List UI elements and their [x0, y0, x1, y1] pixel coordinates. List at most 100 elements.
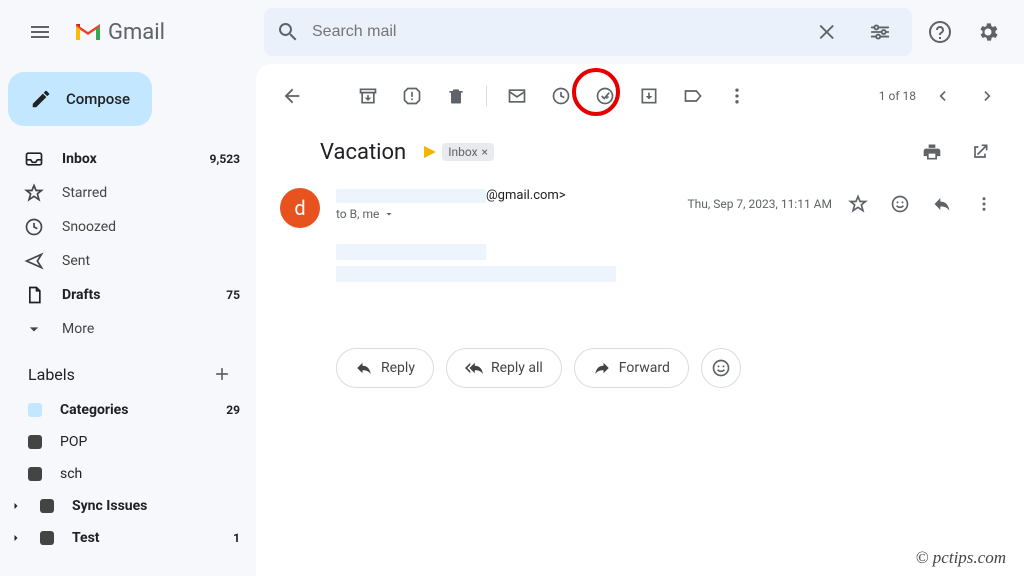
label-text: Test — [72, 530, 215, 546]
important-marker-icon[interactable] — [424, 146, 436, 158]
gmail-icon — [74, 21, 102, 43]
snooze-button[interactable] — [541, 76, 581, 116]
label-item-sync-issues[interactable]: Sync Issues — [8, 490, 256, 522]
reply-button[interactable]: Reply — [336, 348, 434, 388]
pencil-icon — [30, 88, 52, 110]
search-options-button[interactable] — [860, 12, 900, 52]
close-icon — [817, 21, 839, 43]
reply-all-icon — [465, 359, 483, 377]
chevron-right-icon — [978, 86, 998, 106]
clock-icon — [551, 86, 571, 106]
email-date: Thu, Sep 7, 2023, 11:11 AM — [688, 197, 833, 211]
mail-unread-icon — [507, 86, 527, 106]
label-text: Categories — [60, 402, 208, 418]
archive-button[interactable] — [348, 76, 388, 116]
sidebar-item-starred[interactable]: Starred — [8, 176, 256, 210]
label-text: POP — [60, 434, 222, 450]
trash-icon — [446, 86, 466, 106]
message-pane: 1 of 18 Vacation Inbox × d — [256, 64, 1024, 576]
clock-icon — [24, 217, 44, 237]
add-to-tasks-button[interactable] — [585, 76, 625, 116]
message-toolbar: 1 of 18 — [264, 72, 1016, 120]
email-body — [264, 228, 1016, 282]
react-button[interactable] — [884, 188, 916, 220]
pagination-label: 1 of 18 — [879, 89, 916, 103]
menu-icon — [28, 20, 52, 44]
next-message-button[interactable] — [968, 76, 1008, 116]
emoji-reaction-button[interactable] — [701, 348, 741, 388]
back-button[interactable] — [272, 76, 312, 116]
label-text: sch — [60, 466, 222, 482]
sender-email: @gmail.com> — [336, 188, 672, 203]
more-vert-icon — [975, 195, 993, 213]
nav-count: 9,523 — [210, 152, 241, 166]
email-subject: Vacation — [320, 140, 406, 165]
sidebar-item-sent[interactable]: Sent — [8, 244, 256, 278]
reply-icon — [355, 359, 373, 377]
recipients-dropdown[interactable]: to B, me — [336, 207, 672, 221]
label-chip-inbox[interactable]: Inbox × — [442, 143, 494, 161]
app-name: Gmail — [108, 20, 165, 45]
header: Gmail — [0, 0, 1024, 64]
reply-icon-button[interactable] — [926, 188, 958, 220]
message-more-button[interactable] — [968, 188, 1000, 220]
send-icon — [24, 251, 44, 271]
compose-button[interactable]: Compose — [8, 72, 152, 126]
support-button[interactable] — [920, 12, 960, 52]
sender-avatar[interactable]: d — [280, 188, 320, 228]
label-item-sch[interactable]: sch — [8, 458, 256, 490]
print-button[interactable] — [912, 132, 952, 172]
sidebar-item-snoozed[interactable]: Snoozed — [8, 210, 256, 244]
caret-right-icon — [10, 500, 22, 512]
star-icon — [24, 183, 44, 203]
label-text: Sync Issues — [72, 498, 222, 514]
nav-label: Starred — [62, 185, 222, 201]
move-to-button[interactable] — [629, 76, 669, 116]
reply-all-button[interactable]: Reply all — [446, 348, 562, 388]
add-task-icon — [595, 86, 615, 106]
sidebar-item-more[interactable]: More — [8, 312, 256, 346]
archive-icon — [358, 86, 378, 106]
label-item-categories[interactable]: Categories29 — [8, 394, 256, 426]
more-actions-button[interactable] — [717, 76, 757, 116]
star-button[interactable] — [842, 188, 874, 220]
nav-label: Inbox — [62, 151, 192, 167]
remove-label-icon[interactable]: × — [482, 145, 488, 159]
search-icon — [276, 20, 300, 44]
arrow-left-icon — [281, 85, 303, 107]
prev-message-button[interactable] — [922, 76, 962, 116]
star-icon — [848, 194, 868, 214]
clear-search-button[interactable] — [808, 12, 848, 52]
inbox-icon — [24, 149, 44, 169]
delete-button[interactable] — [436, 76, 476, 116]
report-spam-button[interactable] — [392, 76, 432, 116]
mark-unread-button[interactable] — [497, 76, 537, 116]
label-item-test[interactable]: Test1 — [8, 522, 256, 554]
reply-icon — [932, 194, 952, 214]
move-icon — [639, 86, 659, 106]
tune-icon — [869, 21, 891, 43]
search-input[interactable] — [312, 23, 796, 41]
open-in-new-icon — [970, 142, 990, 162]
chevron-left-icon — [932, 86, 952, 106]
forward-button[interactable]: Forward — [574, 348, 689, 388]
search-bar[interactable] — [264, 8, 912, 56]
settings-button[interactable] — [968, 12, 1008, 52]
label-item-pop[interactable]: POP — [8, 426, 256, 458]
open-new-window-button[interactable] — [960, 132, 1000, 172]
label-color-icon — [28, 403, 42, 417]
nav-label: More — [62, 321, 222, 337]
sidebar: Compose Inbox 9,523 Starred Snoozed SentDraf… — [0, 64, 256, 576]
chevron-down-icon — [383, 208, 395, 220]
nav-label: Snoozed — [62, 219, 222, 235]
sidebar-item-inbox[interactable]: Inbox 9,523 — [8, 142, 256, 176]
add-label-button[interactable] — [208, 360, 236, 388]
caret-right-icon — [10, 532, 22, 544]
gmail-logo[interactable]: Gmail — [74, 20, 165, 45]
sidebar-item-drafts[interactable]: Drafts75 — [8, 278, 256, 312]
main-menu-button[interactable] — [16, 8, 64, 56]
labels-button[interactable] — [673, 76, 713, 116]
compose-label: Compose — [66, 90, 130, 108]
label-color-icon — [28, 467, 42, 481]
label-color-icon — [40, 531, 54, 545]
